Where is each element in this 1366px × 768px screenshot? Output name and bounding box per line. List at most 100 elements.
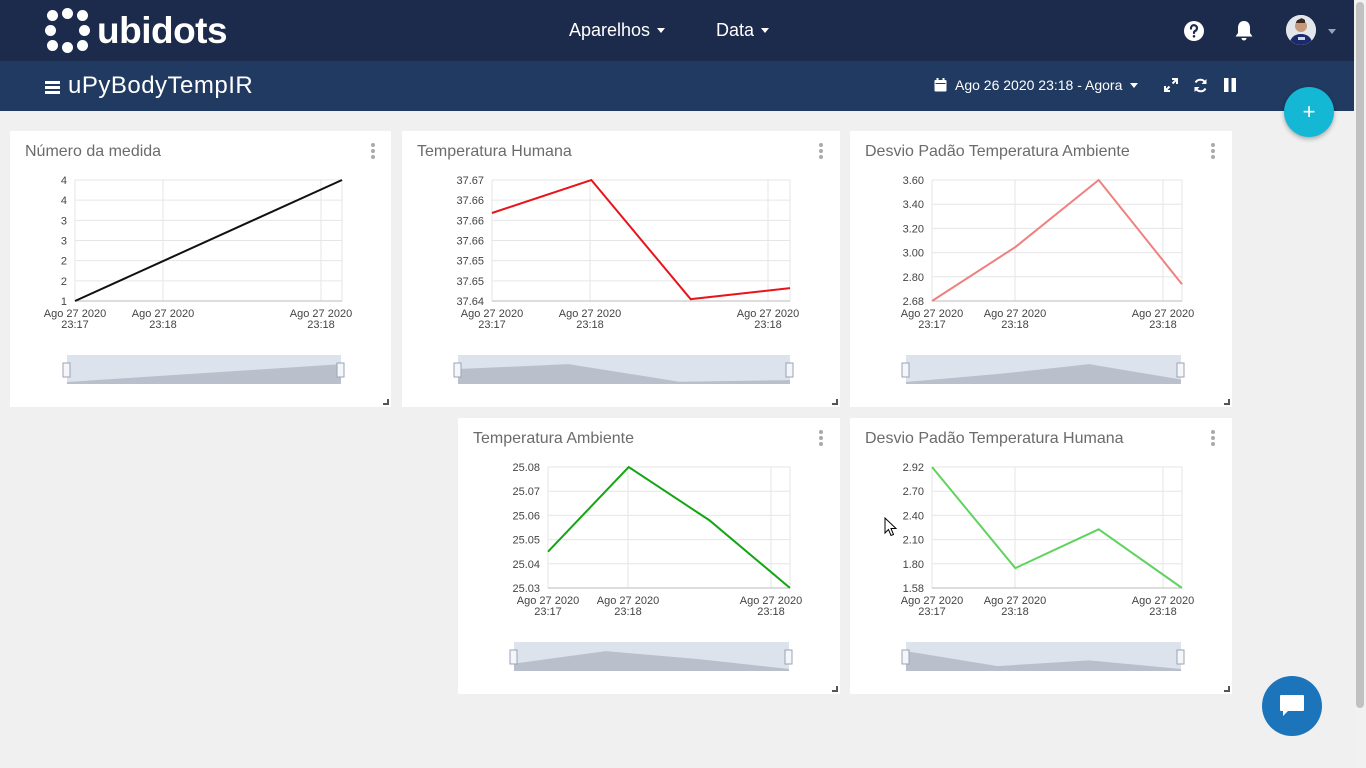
series-line [931, 466, 1183, 589]
user-menu-chevron-icon[interactable] [1328, 29, 1336, 34]
chevron-down-icon [657, 28, 666, 33]
y-tick-label: 2.10 [903, 535, 924, 547]
logo-text: ubidots [97, 10, 228, 51]
chevron-down-icon [1130, 82, 1139, 88]
y-tick-label: 3.00 [903, 248, 924, 260]
chevron-down-icon [761, 28, 770, 33]
y-tick-label: 4 [61, 175, 67, 187]
logo-dots-icon [45, 8, 91, 54]
date-range-label: Ago 26 2020 23:18 - Agora [955, 77, 1123, 93]
line-chart: 37.6737.6637.6637.6637.6537.6537.64Ago 2… [453, 175, 799, 384]
y-tick-label: 37.66 [456, 195, 484, 207]
y-tick-label: 37.65 [456, 256, 484, 268]
x-tick-label: 23:17 [918, 319, 946, 331]
x-tick-label: 23:18 [754, 319, 782, 331]
nav-devices-dropdown[interactable]: Aparelhos [569, 20, 666, 41]
line-chart: 25.0825.0725.0625.0525.0425.03Ago 27 202… [509, 462, 802, 671]
y-tick-label: 2.92 [903, 462, 924, 474]
navigator-left-handle [901, 362, 910, 378]
navigator-left-handle [901, 649, 910, 665]
resize-handle-icon[interactable] [832, 686, 838, 692]
y-tick-label: 2.40 [903, 510, 924, 522]
user-avatar[interactable] [1286, 15, 1316, 45]
expand-icon[interactable] [1164, 78, 1178, 92]
series-line [931, 178, 1183, 302]
page-scrollbar[interactable] [1354, 0, 1366, 768]
widget-desvio-temperatura-humana: Desvio Padão Temperatura Humana 2.92 2.70… [850, 418, 1232, 694]
x-tick-label: 23:18 [614, 606, 642, 618]
line-chart: 3.603.403.203.002.802.68Ago 27 202023:17… [901, 175, 1194, 384]
x-tick-label: 23:17 [918, 606, 946, 618]
y-tick-label: 25.08 [512, 462, 540, 474]
y-tick-label: 3 [61, 236, 67, 248]
x-tick-label: 23:18 [1149, 606, 1177, 618]
navigator-left-handle [62, 362, 71, 378]
x-tick-label: 23:18 [1001, 319, 1029, 331]
line-chart: 2.922.702.402.101.801.58Ago 27 202023:17… [901, 462, 1194, 671]
y-tick-label: 25.05 [512, 535, 540, 547]
widget-temperatura-ambiente: Temperatura Ambiente 25.08 25.07 25.06 25.0… [458, 418, 840, 694]
x-tick-label: 23:17 [534, 606, 562, 618]
dashboard-title: uPyBodyTempIR [68, 72, 254, 99]
x-tick-label: 23:17 [61, 319, 89, 331]
x-tick-label: 23:17 [478, 319, 506, 331]
widget-desvio-temperatura-ambiente: Desvio Padão Temperatura Ambiente 3.60 3.… [850, 131, 1232, 407]
x-tick-label: 23:18 [576, 319, 604, 331]
navigator-right-handle [785, 362, 794, 378]
x-tick-label: 23:18 [307, 319, 335, 331]
widget-numero-medida: Número da medida 4 4 3 3 2 2 1 Ago 27 2020 23:17… [10, 131, 391, 407]
navigator-right-handle [784, 649, 793, 665]
mouse-cursor-icon [884, 517, 898, 537]
y-tick-label: 25.04 [512, 559, 540, 571]
resize-handle-icon[interactable] [1224, 686, 1230, 692]
chat-button[interactable] [1262, 676, 1322, 736]
date-range-picker[interactable]: Ago 26 2020 23:18 - Agora [934, 77, 1139, 93]
y-tick-label: 3.40 [903, 199, 924, 211]
help-icon[interactable] [1183, 20, 1205, 42]
nav-data-dropdown[interactable]: Data [716, 20, 770, 41]
x-tick-label: 23:18 [757, 606, 785, 618]
resize-handle-icon[interactable] [832, 399, 838, 405]
y-tick-label: 37.67 [456, 175, 484, 187]
scrollbar-thumb[interactable] [1356, 2, 1364, 708]
y-tick-label: 25.03 [512, 583, 540, 595]
add-widget-button[interactable]: + [1284, 87, 1334, 137]
y-tick-label: 2.68 [903, 296, 924, 308]
ubidots-logo[interactable]: ubidots [45, 8, 228, 54]
series-line [547, 465, 791, 589]
x-tick-label: 23:18 [1001, 606, 1029, 618]
navigator-right-handle [1176, 649, 1185, 665]
y-tick-label: 37.66 [456, 215, 484, 227]
navigator-right-handle [1176, 362, 1185, 378]
y-tick-label: 37.65 [456, 276, 484, 288]
calendar-icon [934, 78, 947, 92]
y-tick-label: 25.06 [512, 510, 540, 522]
y-tick-label: 2.80 [903, 272, 924, 284]
hamburger-menu-icon[interactable] [45, 81, 60, 94]
y-tick-label: 1.80 [903, 559, 924, 571]
x-tick-label: 23:18 [1149, 319, 1177, 331]
navigator-left-handle [453, 362, 462, 378]
y-tick-label: 3.20 [903, 223, 924, 235]
nav-data-label: Data [716, 20, 755, 40]
x-tick-label: 23:18 [149, 319, 177, 331]
y-tick-label: 37.66 [456, 236, 484, 248]
bell-icon[interactable] [1234, 20, 1254, 42]
y-tick-label: 2.70 [903, 486, 924, 498]
pause-icon[interactable] [1224, 78, 1236, 92]
y-tick-label: 37.64 [456, 296, 484, 308]
avatar-image [1286, 15, 1316, 45]
y-tick-label: 3.60 [903, 175, 924, 187]
y-tick-label: 1 [61, 296, 67, 308]
line-chart: 4433221Ago 27 202023:17Ago 27 202023:18A… [44, 175, 352, 384]
y-tick-label: 3 [61, 215, 67, 227]
y-tick-label: 2 [61, 256, 67, 268]
resize-handle-icon[interactable] [1224, 399, 1230, 405]
refresh-icon[interactable] [1193, 78, 1208, 93]
navigator-left-handle [509, 649, 518, 665]
y-tick-label: 25.07 [512, 486, 540, 498]
resize-handle-icon[interactable] [383, 399, 389, 405]
widget-temperatura-humana: Temperatura Humana 37.67 37.66 37.66 37.66 3… [402, 131, 840, 407]
chat-bubble-icon [1280, 695, 1304, 716]
y-tick-label: 4 [61, 195, 67, 207]
